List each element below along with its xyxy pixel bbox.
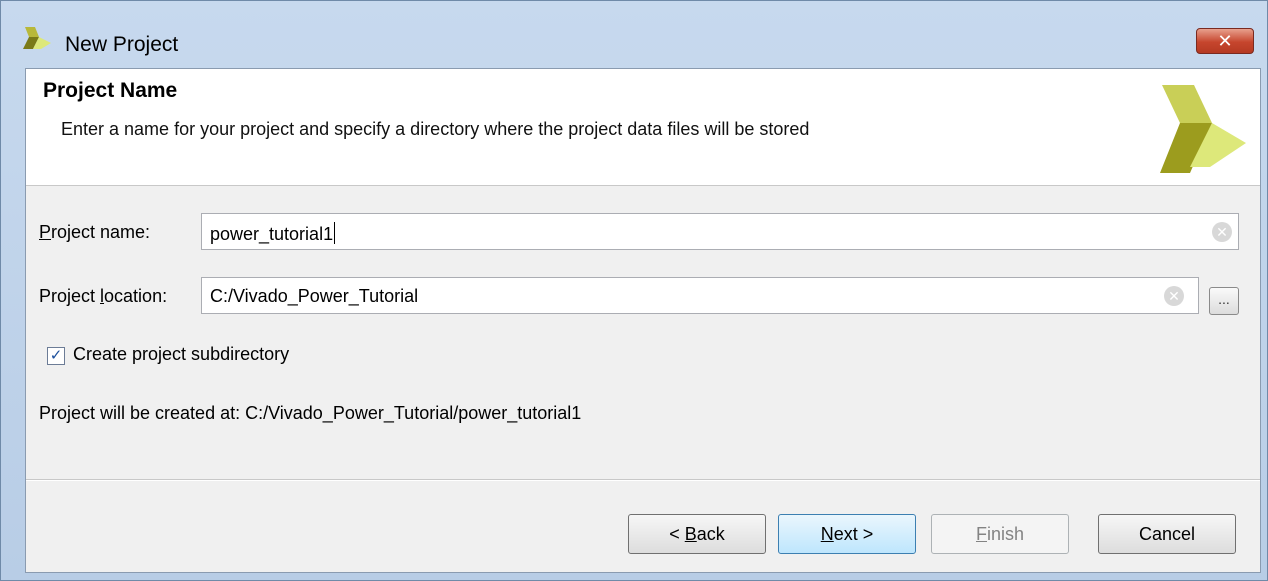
vivado-logo-icon <box>23 27 51 49</box>
clear-icon[interactable]: ✕ <box>1212 222 1232 242</box>
cancel-button[interactable]: Cancel <box>1098 514 1236 554</box>
browse-button[interactable]: ... <box>1209 287 1239 315</box>
wizard-header: Project Name Enter a name for your proje… <box>26 69 1260 186</box>
wizard-content: Project Name Enter a name for your proje… <box>25 68 1261 573</box>
project-name-value: power_tutorial1 <box>210 224 334 244</box>
checkmark-icon: ✓ <box>49 347 63 364</box>
project-name-label: Project name: <box>39 222 151 242</box>
project-location-input[interactable]: C:/Vivado_Power_Tutorial ✕ <box>201 277 1199 314</box>
project-location-label: Project location: <box>39 286 168 306</box>
project-name-input[interactable]: power_tutorial1 ✕ <box>201 213 1239 250</box>
finish-button[interactable]: Finish <box>931 514 1069 554</box>
close-button[interactable]: ✕ <box>1196 28 1254 54</box>
create-subdirectory-checkbox[interactable]: ✓ <box>47 347 65 365</box>
title-bar[interactable]: New Project ✕ <box>1 1 1267 56</box>
create-subdirectory-label[interactable]: Create project subdirectory <box>73 344 289 365</box>
text-caret <box>334 222 336 244</box>
page-description: Enter a name for your project and specif… <box>61 119 810 139</box>
window-title: New Project <box>65 33 179 56</box>
vivado-logo-icon <box>1160 85 1246 173</box>
project-path-info: Project will be created at: C:/Vivado_Po… <box>39 403 582 423</box>
next-button[interactable]: Next > <box>778 514 916 554</box>
project-location-value: C:/Vivado_Power_Tutorial <box>210 286 419 306</box>
page-title: Project Name <box>43 79 178 102</box>
new-project-window: New Project ✕ Project Name Enter a name … <box>0 0 1268 581</box>
clear-icon[interactable]: ✕ <box>1164 286 1184 306</box>
footer-divider <box>26 479 1260 480</box>
back-button[interactable]: < Back <box>628 514 766 554</box>
close-icon: ✕ <box>1217 31 1233 51</box>
